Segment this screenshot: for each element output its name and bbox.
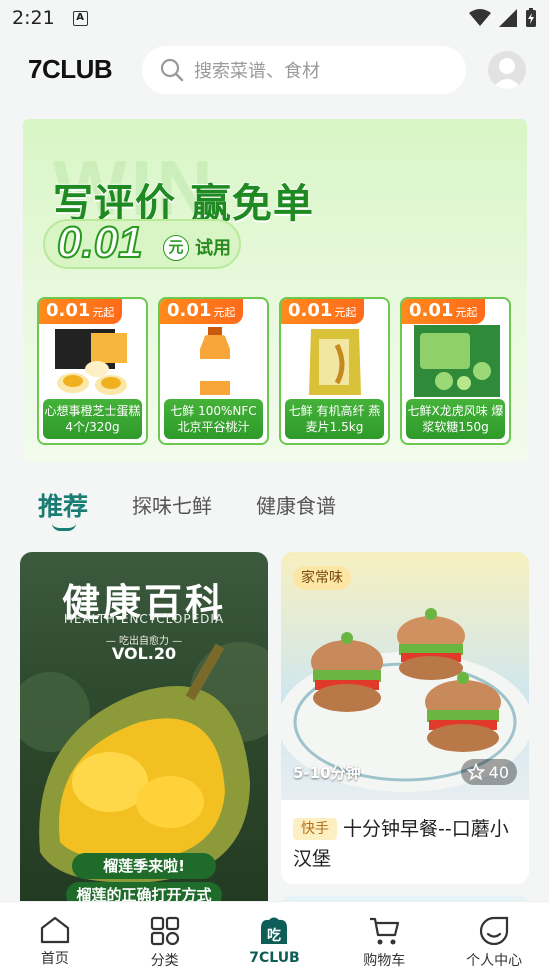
search-icon (160, 58, 184, 82)
profile-icon (479, 916, 509, 946)
star-icon (466, 763, 485, 781)
avatar-icon (492, 58, 522, 89)
content-tabs: 推荐 探味七鲜 健康食谱 (38, 490, 380, 540)
juice-bottle-image (200, 327, 230, 395)
nav-cart[interactable]: 购物车 (329, 902, 439, 977)
product-name: 七鲜 100%NFC 北京平谷桃汁 (164, 399, 263, 439)
bottom-navigation: 首页 分类 吃 7CLUB 购物车 个人中心 (0, 901, 549, 977)
wifi-icon (469, 9, 491, 26)
oatmeal-bag-image (309, 329, 361, 395)
encyclopedia-line-1: 榴莲季来啦! (72, 853, 216, 879)
nav-category[interactable]: 分类 (110, 902, 220, 977)
product-price-tag: 0.01 元起 (402, 299, 486, 324)
user-avatar[interactable] (488, 51, 526, 89)
category-icon (150, 916, 179, 946)
gummy-candy-image (414, 325, 500, 397)
banner-product[interactable]: 0.01 元起 七鲜 100%NFC 北京平谷桃汁 (158, 297, 269, 445)
product-name: 七鲜 有机高纤 燕麦片1.5kg (285, 399, 384, 439)
tab-active-indicator (52, 523, 76, 531)
banner-product-list: 0.01 元起 心想事橙芝士蛋糕 4个/320g 0.01 元起 七鲜 100%NF… (37, 297, 511, 445)
signal-icon (499, 9, 517, 27)
recipe-image: 家常味 5-10分钟 40 (281, 552, 529, 800)
banner-price: 0.01 (56, 217, 144, 268)
system-icons (469, 8, 537, 28)
favorite-button[interactable]: 40 (460, 759, 517, 785)
nav-7club[interactable]: 吃 7CLUB (220, 902, 330, 977)
banner-price-pill: 0.01 元 试用 (43, 217, 241, 269)
notification-a-icon: A (72, 10, 88, 26)
encyclopedia-subtitle: HEALTH ENCYCLOPEDIA (63, 612, 225, 626)
nav-category-label: 分类 (150, 953, 179, 969)
promo-banner[interactable]: WIN 写评价 赢免单 0.01 元 试用 0.01 元起 心想事橙芝士蛋糕 4个… (23, 119, 527, 462)
battery-icon (526, 8, 536, 27)
feed-card-recipe[interactable]: 家常味 5-10分钟 40 快手 十分钟早餐--口蘑小汉堡 (281, 552, 529, 884)
status-bar: 2:21 A (0, 0, 549, 36)
nav-profile[interactable]: 个人中心 (439, 902, 549, 977)
banner-product[interactable]: 0.01 元起 七鲜X龙虎风味 爆浆软糖150g (400, 297, 511, 445)
nav-7club-label: 7CLUB (249, 950, 300, 966)
app-logo: 7CLUB (28, 54, 113, 84)
nav-profile-label: 个人中心 (466, 953, 523, 969)
banner-product[interactable]: 0.01 元起 七鲜 有机高纤 燕麦片1.5kg (279, 297, 390, 445)
home-icon (40, 916, 69, 944)
tab-recommend[interactable]: 推荐 (38, 487, 88, 531)
product-name: 心想事橙芝士蛋糕 4个/320g (43, 399, 142, 439)
recipe-category-badge: 家常味 (293, 566, 351, 590)
feed-card-encyclopedia[interactable]: 健康百科 HEALTH ENCYCLOPEDIA — 吃出自愈力 — VOL.2… (20, 552, 268, 912)
search-bar[interactable]: 搜索菜谱、食材 (142, 46, 466, 94)
banner-price-unit: 元 (163, 235, 189, 261)
product-price-tag: 0.01 元起 (281, 299, 365, 324)
nav-home[interactable]: 首页 (0, 902, 110, 977)
encyclopedia-volume: VOL.20 (111, 644, 177, 663)
top-header: 7CLUB 搜索菜谱、食材 (0, 44, 549, 96)
tab-explore-7fresh[interactable]: 探味七鲜 (132, 490, 212, 519)
nav-home-label: 首页 (40, 951, 69, 967)
banner-price-suffix: 试用 (195, 238, 231, 259)
banner-product[interactable]: 0.01 元起 心想事橙芝士蛋糕 4个/320g (37, 297, 148, 445)
product-price-tag: 0.01 元起 (39, 299, 123, 324)
recipe-duration: 5-10分钟 (293, 764, 361, 782)
favorite-count: 40 (488, 762, 509, 782)
product-name: 七鲜X龙虎风味 爆浆软糖150g (406, 399, 505, 439)
tab-healthy-recipes[interactable]: 健康食谱 (256, 490, 336, 519)
recipe-title: 十分钟早餐--口蘑小汉堡 (293, 818, 509, 870)
cart-icon (370, 917, 400, 945)
search-placeholder: 搜索菜谱、食材 (194, 61, 320, 82)
eat-icon: 吃 (261, 917, 288, 944)
cheesecake-image (55, 329, 127, 395)
status-time: 2:21 (12, 7, 55, 29)
nav-cart-label: 购物车 (363, 953, 406, 969)
product-price-tag: 0.01 元起 (160, 299, 244, 324)
svg-text:吃: 吃 (267, 927, 281, 944)
